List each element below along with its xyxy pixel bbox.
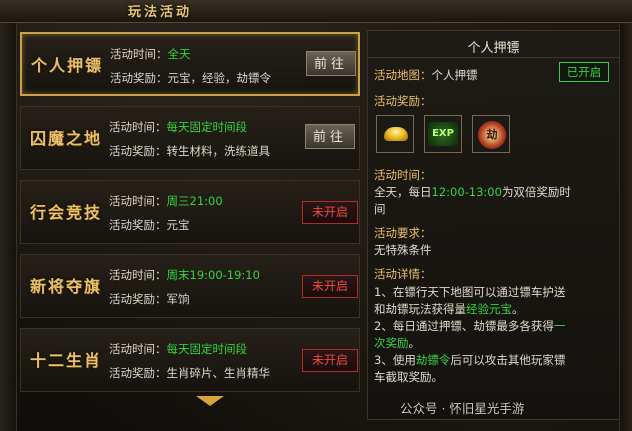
watermark: 公众号 · 怀旧星光手游 [400,401,525,416]
details-label: 活动详情： [374,267,432,281]
requirement-value: 无特殊条件 [374,243,432,257]
title-bar: 玩法活动 [0,0,632,23]
activity-time: 活动时间：周末19:00-19:10 [109,268,260,282]
go-button[interactable]: 前往 [305,124,355,149]
activity-card-demon-land[interactable]: 囚魔之地 活动时间：每天固定时间段 活动奖励：转生材料，洗练道具 前往 [20,106,360,170]
activity-time: 活动时间：周三21:00 [109,194,223,208]
not-open-button[interactable]: 未开启 [302,201,358,224]
time-description: 全天，每日12:00-13:00为双倍奖励时间 [374,185,571,216]
window-title: 玩法活动 [128,5,193,20]
right-border-decoration: ❦ [609,0,632,431]
activity-card-guild-arena[interactable]: 行会竞技 活动时间：周三21:00 活动奖励：元宝 未开启 [20,180,360,244]
activity-list: 个人押镖 活动时间：全天 活动奖励：元宝，经验，劫镖令 前往 囚魔之地 活动时间… [16,24,368,414]
left-border-decoration [0,0,17,431]
scroll-down-arrow-icon[interactable] [196,396,224,406]
time-label: 活动时间： [374,168,432,182]
activity-name: 十二生肖 [29,351,102,370]
gold-ingot-icon[interactable] [376,115,414,153]
escort-token-icon[interactable]: 劫 [472,115,510,153]
activity-time: 活动时间：每天固定时间段 [109,120,247,134]
activity-reward: 活动奖励：军饷 [109,292,190,306]
game-window: ❦ 玩法活动 个人押镖 活动时间：全天 活动奖励：元宝，经验，劫镖令 前往 囚魔… [0,0,632,431]
activity-reward: 活动奖励：元宝 [109,218,190,232]
activity-name: 个人押镖 [30,56,103,75]
not-open-button[interactable]: 未开启 [302,275,358,298]
detail-title: 个人押镖 [467,41,520,56]
activity-name: 囚魔之地 [29,129,102,148]
activity-reward: 活动奖励：转生材料，洗练道具 [109,144,270,158]
activity-card-zodiac[interactable]: 十二生肖 活动时间：每天固定时间段 活动奖励：生肖碎片、生肖精华 未开启 [20,328,360,392]
activity-name: 新将夺旗 [29,277,102,296]
activity-time: 活动时间：每天固定时间段 [109,342,247,356]
activity-name: 行会竞技 [29,203,102,222]
activity-reward: 活动奖励：元宝，经验，劫镖令 [110,71,271,85]
status-badge: 已开启 [559,62,609,82]
exp-icon[interactable]: EXP [424,115,462,153]
activity-time: 活动时间：全天 [110,47,191,61]
activity-reward: 活动奖励：生肖碎片、生肖精华 [109,366,270,380]
details-text: 1、在镖行天下地图可以通过镖车护送 和劫镖玩法获得量经验元宝。 2、每日通过押镖、劫… [374,285,566,384]
reward-label: 活动奖励： [374,94,432,108]
activity-card-escort[interactable]: 个人押镖 活动时间：全天 活动奖励：元宝，经验，劫镖令 前往 [20,32,360,96]
go-button[interactable]: 前往 [306,51,356,76]
activity-detail-panel: 个人押镖 活动地图：个人押镖 已开启 活动奖励： EXP 劫 活动时间： 全天，… [367,30,620,420]
not-open-button[interactable]: 未开启 [302,349,358,372]
divider [368,57,619,58]
requirement-label: 活动要求： [374,226,432,240]
activity-card-capture-flag[interactable]: 新将夺旗 活动时间：周末19:00-19:10 活动奖励：军饷 未开启 [20,254,360,318]
map-row: 活动地图：个人押镖 [374,68,478,82]
